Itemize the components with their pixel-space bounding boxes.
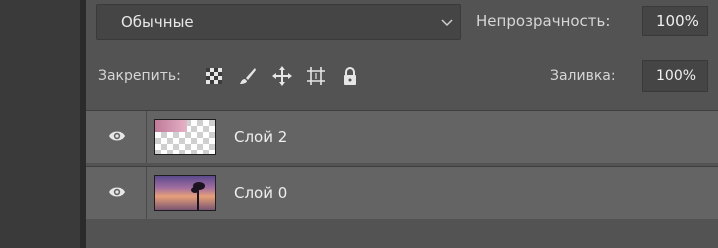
- tree-silhouette-icon: [191, 182, 205, 210]
- left-dock-area: [0, 0, 80, 248]
- eye-icon: [109, 131, 125, 141]
- lock-position-icon[interactable]: [272, 66, 292, 86]
- visibility-toggle[interactable]: [86, 167, 146, 219]
- fill-value[interactable]: 100%: [656, 68, 696, 84]
- lock-image-pixels-icon[interactable]: [238, 66, 258, 86]
- opacity-label: Непрозрачность:: [476, 12, 611, 30]
- lock-label: Закрепить:: [98, 68, 181, 84]
- layer-thumbnail[interactable]: [154, 175, 216, 211]
- visibility-toggle[interactable]: [86, 111, 146, 163]
- opacity-value[interactable]: 100%: [656, 12, 699, 30]
- chevron-down-icon: [441, 19, 453, 27]
- eye-icon: [109, 187, 125, 197]
- divider: [146, 111, 147, 163]
- lock-artboard-icon[interactable]: [306, 66, 326, 86]
- thumbnail-content: [155, 120, 187, 132]
- fill-label: Заливка:: [550, 68, 616, 84]
- lock-all-icon[interactable]: [340, 66, 360, 86]
- layer-name[interactable]: Слой 0: [234, 184, 287, 202]
- layer-row[interactable]: Слой 2: [86, 110, 718, 163]
- blend-mode-value: Обычные: [121, 13, 194, 31]
- blend-mode-dropdown[interactable]: Обычные: [96, 4, 461, 40]
- layer-name[interactable]: Слой 2: [234, 128, 287, 146]
- lock-transparent-pixels-icon[interactable]: [204, 66, 224, 86]
- layer-thumbnail[interactable]: [154, 119, 216, 155]
- layer-row[interactable]: Слой 0: [86, 166, 718, 219]
- layers-panel: Обычные Непрозрачность: 100% Закрепить:: [86, 0, 718, 248]
- divider: [146, 167, 147, 219]
- empty-layers-area: [86, 222, 718, 248]
